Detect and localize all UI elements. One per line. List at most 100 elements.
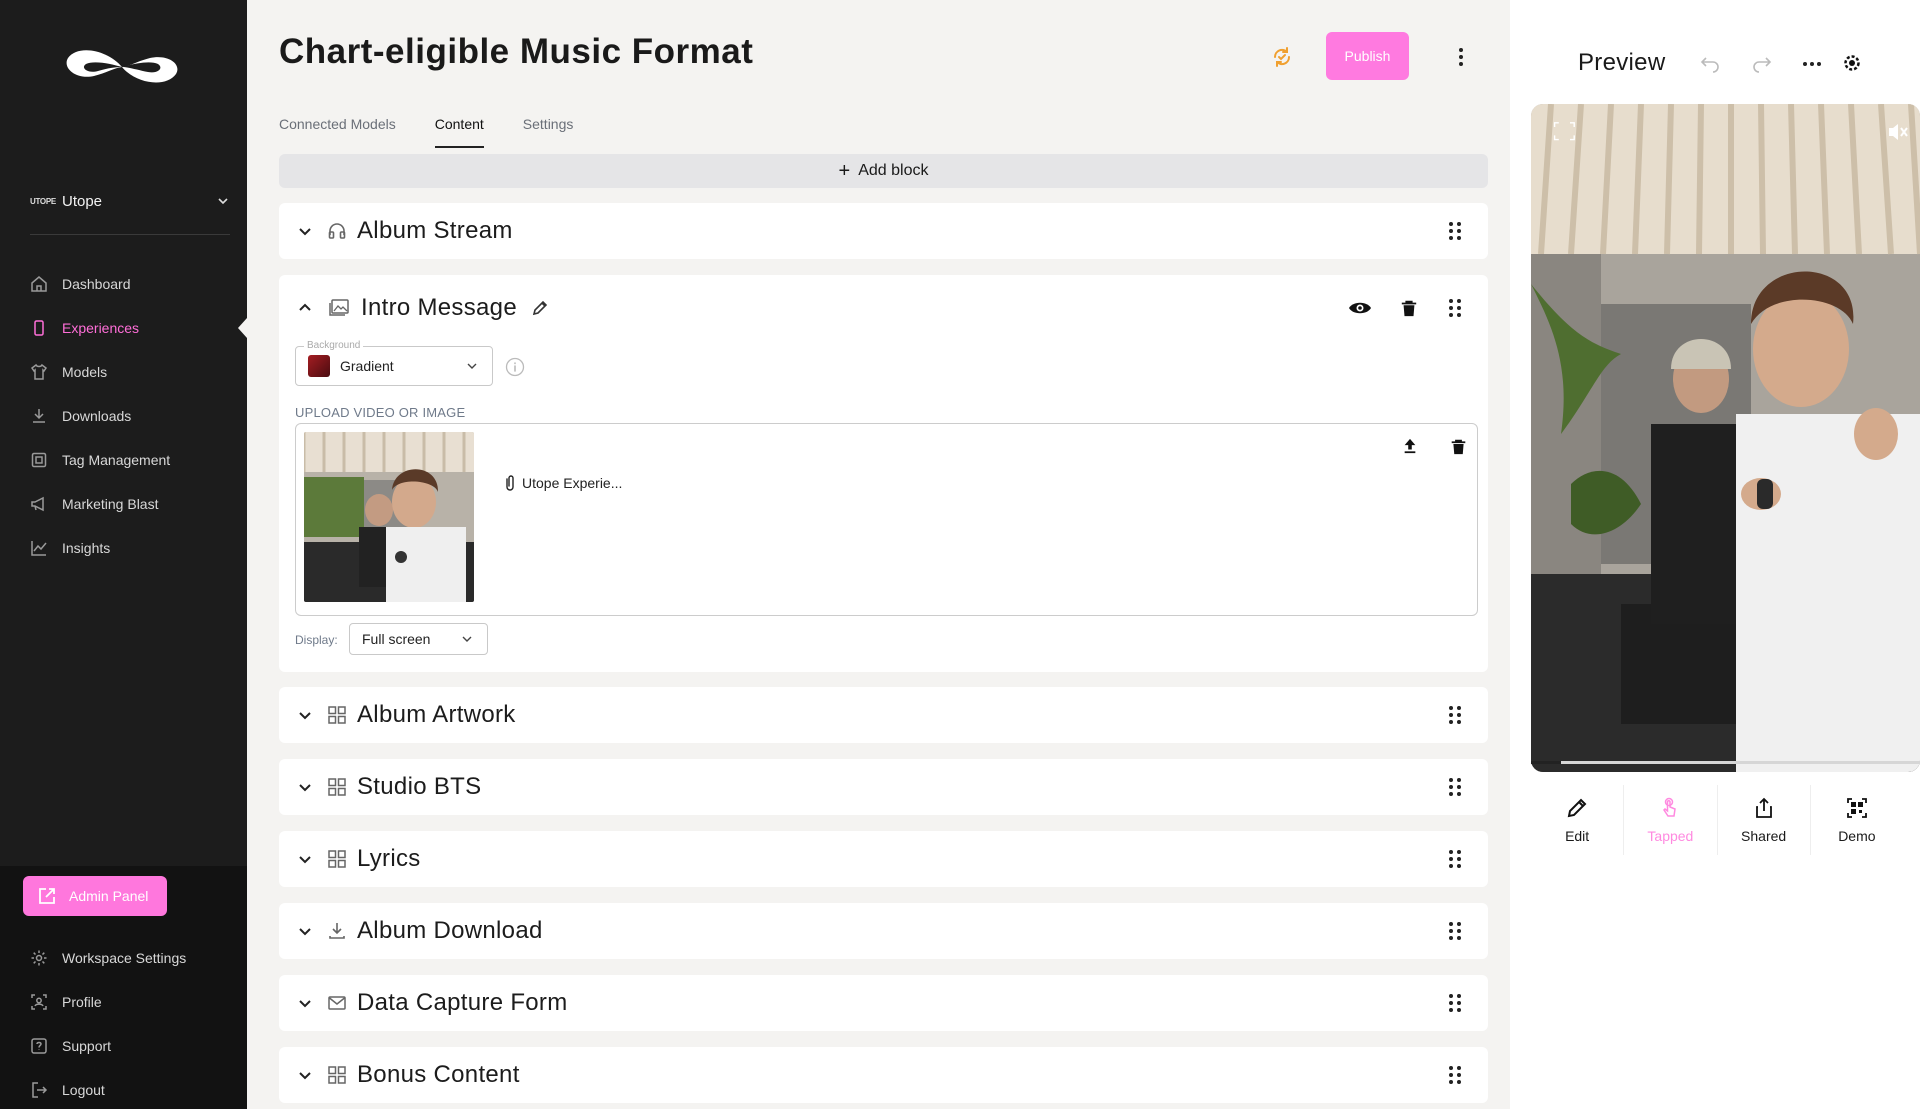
video-thumbnail	[304, 432, 474, 602]
chevron-down-icon[interactable]	[297, 779, 313, 795]
sidebar-item-workspace-settings[interactable]: Workspace Settings	[30, 936, 247, 980]
trash-icon[interactable]	[1400, 298, 1418, 318]
block-album-download: Album Download	[279, 903, 1488, 959]
external-link-icon	[39, 888, 55, 904]
block-header: Intro Message	[279, 275, 1488, 341]
profile-icon	[31, 994, 47, 1010]
block-header: Lyrics	[279, 831, 1488, 887]
chevron-down-icon[interactable]	[297, 995, 313, 1011]
background-select[interactable]: Background Gradient	[295, 340, 493, 386]
tab-settings[interactable]: Settings	[523, 116, 574, 148]
plus-icon: +	[838, 159, 851, 182]
share-icon	[1755, 797, 1772, 818]
tapped-mode-button[interactable]: Tapped	[1624, 785, 1718, 855]
drag-handle-icon[interactable]	[1449, 1066, 1461, 1084]
background-select-value: Gradient	[340, 358, 394, 374]
sidebar-item-marketing-blast[interactable]: Marketing Blast	[30, 482, 247, 526]
upload-icon[interactable]	[1402, 437, 1418, 455]
edit-mode-label: Edit	[1565, 828, 1590, 844]
info-icon[interactable]	[505, 357, 525, 377]
uploaded-file-name: Utope Experie...	[522, 475, 623, 491]
block-title: Studio BTS	[357, 773, 482, 800]
uploaded-file: Utope Experie...	[502, 474, 622, 492]
sidebar-item-dashboard[interactable]: Dashboard	[30, 262, 247, 306]
edit-mode-button[interactable]: Edit	[1531, 785, 1625, 855]
redo-icon[interactable]	[1751, 52, 1773, 74]
sidebar-item-label: Support	[62, 1038, 112, 1054]
sidebar-item-support[interactable]: Support	[30, 1024, 247, 1068]
add-block-button[interactable]: + Add block	[279, 154, 1488, 188]
trash-icon[interactable]	[1450, 437, 1467, 456]
demo-mode-button[interactable]: Demo	[1811, 785, 1903, 855]
pencil-icon[interactable]	[531, 299, 549, 317]
publish-button[interactable]: Publish	[1326, 32, 1409, 80]
shared-mode-label: Shared	[1741, 828, 1787, 844]
sidebar-item-label: Workspace Settings	[62, 950, 187, 966]
gear-icon	[31, 950, 47, 966]
download-icon	[33, 409, 45, 423]
sidebar-item-experiences[interactable]: Experiences	[30, 306, 247, 350]
drag-handle-icon[interactable]	[1449, 778, 1461, 796]
grid-icon	[328, 778, 346, 796]
tab-connected-models[interactable]: Connected Models	[279, 116, 396, 148]
sidebar-item-label: Logout	[62, 1082, 105, 1098]
chevron-down-icon[interactable]	[297, 923, 313, 939]
workspace-switcher[interactable]: UTOPE Utope	[30, 186, 230, 216]
sync-status-icon[interactable]	[1270, 45, 1294, 69]
shared-mode-button[interactable]: Shared	[1718, 785, 1811, 855]
settings-gear-icon[interactable]	[1841, 52, 1863, 74]
block-data-capture-form: Data Capture Form	[279, 975, 1488, 1031]
drag-handle-icon[interactable]	[1449, 922, 1461, 940]
upload-dropzone[interactable]: Utope Experie...	[295, 423, 1478, 616]
background-select-label: Background	[304, 340, 364, 351]
drag-handle-icon[interactable]	[1449, 222, 1461, 240]
chevron-up-icon[interactable]	[297, 300, 313, 316]
sidebar-nav: Dashboard Experiences Models Downloads T…	[30, 262, 247, 570]
drag-handle-icon[interactable]	[1449, 994, 1461, 1012]
sidebar-footer: Admin Panel Workspace Settings Profile S…	[0, 866, 247, 1109]
block-lyrics: Lyrics	[279, 831, 1488, 887]
sidebar-item-label: Tag Management	[62, 452, 171, 468]
preview-video[interactable]	[1531, 104, 1920, 772]
chevron-down-icon	[467, 363, 477, 369]
sidebar-item-insights[interactable]: Insights	[30, 526, 247, 570]
chevron-down-icon[interactable]	[297, 707, 313, 723]
logo	[66, 50, 178, 83]
gradient-swatch	[308, 355, 330, 377]
block-bonus-content: Bonus Content	[279, 1047, 1488, 1103]
sidebar-item-downloads[interactable]: Downloads	[30, 394, 247, 438]
drag-handle-icon[interactable]	[1449, 299, 1461, 317]
admin-panel-label: Admin Panel	[69, 888, 149, 904]
image-gallery-icon	[329, 299, 349, 316]
chevron-down-icon[interactable]	[297, 851, 313, 867]
sidebar-item-profile[interactable]: Profile	[30, 980, 247, 1024]
eye-icon[interactable]	[1348, 296, 1372, 320]
headphones-icon	[328, 223, 346, 239]
chevron-down-icon[interactable]	[297, 1067, 313, 1083]
grid-icon	[328, 706, 346, 724]
grid-icon	[328, 1066, 346, 1084]
sidebar-item-logout[interactable]: Logout	[30, 1068, 247, 1109]
sidebar-item-tag-management[interactable]: Tag Management	[30, 438, 247, 482]
block-header: Bonus Content	[279, 1047, 1488, 1103]
admin-panel-button[interactable]: Admin Panel	[23, 876, 167, 916]
display-label: Display:	[295, 633, 338, 647]
drag-handle-icon[interactable]	[1449, 706, 1461, 724]
phone-icon	[34, 320, 44, 336]
more-options-icon[interactable]	[1451, 47, 1471, 67]
sidebar-item-label: Insights	[62, 540, 111, 556]
mail-icon	[328, 996, 346, 1010]
tab-content[interactable]: Content	[434, 116, 484, 148]
undo-icon[interactable]	[1699, 52, 1721, 74]
sidebar-item-models[interactable]: Models	[30, 350, 247, 394]
video-progress[interactable]	[1531, 760, 1920, 766]
qr-icon	[1846, 798, 1867, 818]
tag-icon	[31, 452, 47, 468]
block-title: Lyrics	[357, 845, 421, 872]
more-horizontal-icon[interactable]	[1802, 54, 1822, 74]
chevron-down-icon[interactable]	[297, 223, 313, 239]
tapped-mode-label: Tapped	[1647, 828, 1694, 844]
content-tabs: Connected Models Content Settings	[279, 116, 612, 148]
drag-handle-icon[interactable]	[1449, 850, 1461, 868]
display-select[interactable]: Full screen	[349, 623, 488, 655]
